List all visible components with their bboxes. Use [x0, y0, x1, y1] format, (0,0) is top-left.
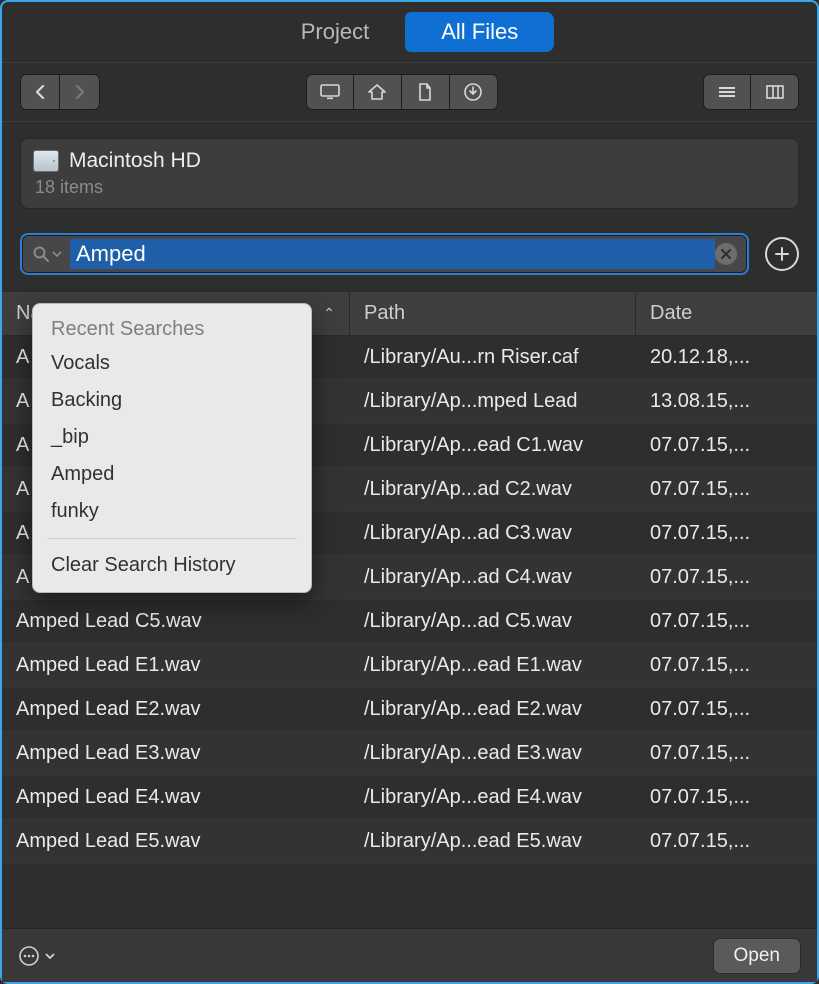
popover-separator [47, 538, 297, 539]
table-row[interactable]: Amped Lead E3.wav/Library/Ap...ead E3.wa… [2, 732, 817, 776]
location-bar[interactable]: Macintosh HD 18 items [20, 138, 799, 209]
cell-path: /Library/Ap...ad C3.wav [350, 512, 636, 555]
cell-path: /Library/Ap...ead C1.wav [350, 424, 636, 467]
cell-name: Amped Lead E4.wav [2, 776, 350, 819]
recent-search-item[interactable]: Amped [33, 456, 311, 493]
close-icon [721, 249, 731, 259]
item-count: 18 items [35, 177, 784, 198]
toolbar [2, 62, 817, 122]
recent-search-item[interactable]: Vocals [33, 345, 311, 382]
scope-tabs: Project All Files [2, 2, 817, 62]
recent-search-item[interactable]: funky [33, 493, 311, 530]
open-button[interactable]: Open [713, 938, 801, 974]
chevron-down-icon [52, 250, 62, 258]
cell-name: Amped Lead E2.wav [2, 688, 350, 731]
downloads-button[interactable] [450, 74, 498, 110]
cell-name: Amped Lead E5.wav [2, 820, 350, 863]
cell-date: 07.07.15,... [636, 600, 817, 643]
cell-date: 07.07.15,... [636, 468, 817, 511]
columns-icon [765, 84, 785, 100]
home-button[interactable] [354, 74, 402, 110]
clear-search-button[interactable] [715, 243, 737, 265]
cell-path: /Library/Ap...ead E4.wav [350, 776, 636, 819]
download-icon [463, 82, 483, 102]
cell-path: /Library/Ap...ead E2.wav [350, 688, 636, 731]
cell-date: 07.07.15,... [636, 556, 817, 599]
cell-date: 20.12.18,... [636, 336, 817, 379]
column-view-button[interactable] [751, 74, 799, 110]
cell-date: 07.07.15,... [636, 424, 817, 467]
nav-forward-button[interactable] [60, 74, 100, 110]
search-icon [32, 245, 50, 263]
search-input[interactable] [70, 239, 715, 269]
footer-actions-menu[interactable] [18, 945, 56, 967]
footer: Open [2, 928, 817, 982]
list-view-button[interactable] [703, 74, 751, 110]
drive-icon [33, 150, 59, 172]
cell-path: /Library/Ap...ead E1.wav [350, 644, 636, 687]
cell-name: Amped Lead C5.wav [2, 600, 350, 643]
add-filter-button[interactable] [765, 237, 799, 271]
table-row[interactable]: Amped Lead E2.wav/Library/Ap...ead E2.wa… [2, 688, 817, 732]
cell-date: 07.07.15,... [636, 512, 817, 555]
clear-search-history[interactable]: Clear Search History [33, 547, 311, 584]
cell-path: /Library/Ap...ad C5.wav [350, 600, 636, 643]
home-icon [367, 83, 387, 101]
column-header-date[interactable]: Date [636, 292, 817, 335]
document-icon [417, 82, 433, 102]
table-row[interactable]: Amped Lead E1.wav/Library/Ap...ead E1.wa… [2, 644, 817, 688]
computer-icon [319, 83, 341, 101]
cell-path: /Library/Ap...ead E3.wav [350, 732, 636, 775]
recent-search-item[interactable]: _bip [33, 419, 311, 456]
tab-all-files[interactable]: All Files [405, 12, 554, 52]
cell-date: 07.07.15,... [636, 732, 817, 775]
cell-date: 07.07.15,... [636, 644, 817, 687]
nav-back-button[interactable] [20, 74, 60, 110]
cell-date: 07.07.15,... [636, 820, 817, 863]
ellipsis-circle-icon [18, 945, 40, 967]
recent-searches-popover: Recent Searches Vocals Backing _bip Ampe… [32, 303, 312, 593]
search-box [20, 233, 749, 275]
recent-search-item[interactable]: Backing [33, 382, 311, 419]
table-row[interactable]: Amped Lead E5.wav/Library/Ap...ead E5.wa… [2, 820, 817, 864]
search-dropdown-toggle[interactable] [32, 245, 62, 263]
computer-button[interactable] [306, 74, 354, 110]
recent-searches-heading: Recent Searches [33, 310, 311, 345]
cell-date: 07.07.15,... [636, 776, 817, 819]
cell-date: 13.08.15,... [636, 380, 817, 423]
documents-button[interactable] [402, 74, 450, 110]
cell-path: /Library/Ap...ead E5.wav [350, 820, 636, 863]
cell-path: /Library/Ap...ad C2.wav [350, 468, 636, 511]
table-row[interactable]: Amped Lead C5.wav/Library/Ap...ad C5.wav… [2, 600, 817, 644]
sort-ascending-icon: ⌃ [323, 305, 335, 322]
tab-project[interactable]: Project [265, 12, 405, 52]
chevron-down-icon [44, 951, 56, 961]
cell-path: /Library/Au...rn Riser.caf [350, 336, 636, 379]
drive-name: Macintosh HD [69, 149, 201, 173]
cell-name: Amped Lead E1.wav [2, 644, 350, 687]
column-header-path[interactable]: Path [350, 292, 636, 335]
cell-name: Amped Lead E3.wav [2, 732, 350, 775]
table-row[interactable]: Amped Lead E4.wav/Library/Ap...ead E4.wa… [2, 776, 817, 820]
cell-path: /Library/Ap...mped Lead [350, 380, 636, 423]
plus-icon [774, 246, 790, 262]
cell-date: 07.07.15,... [636, 688, 817, 731]
list-icon [717, 85, 737, 99]
cell-path: /Library/Ap...ad C4.wav [350, 556, 636, 599]
